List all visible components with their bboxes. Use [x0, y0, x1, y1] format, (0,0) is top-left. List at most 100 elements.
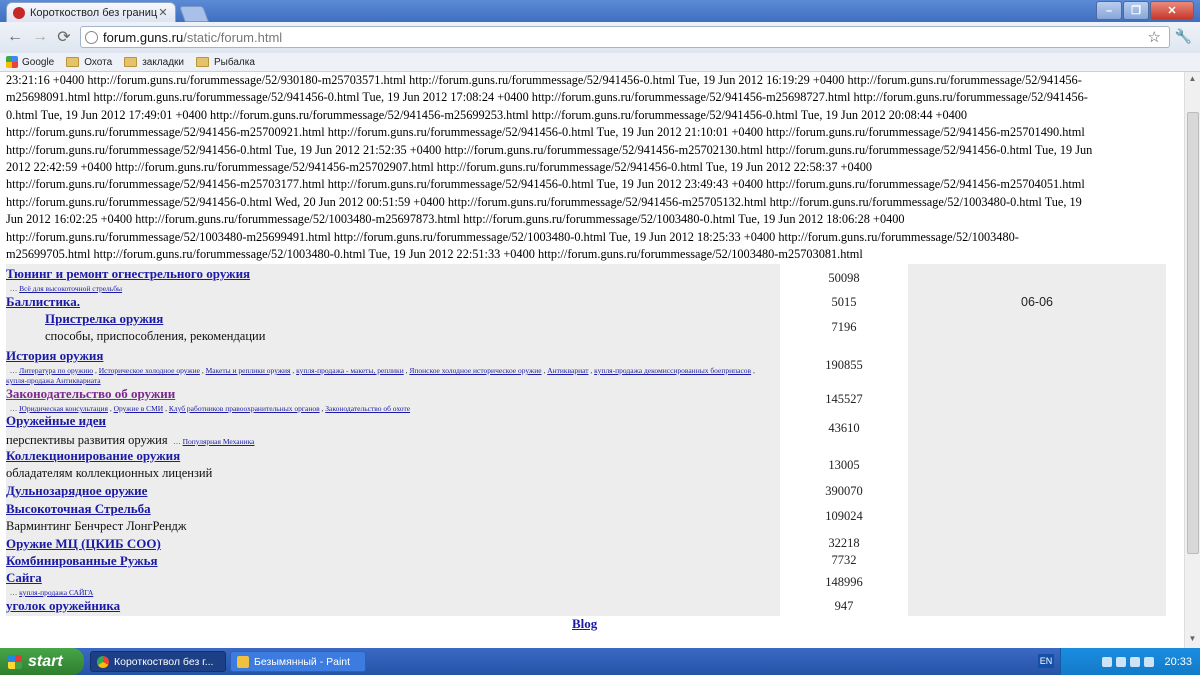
url-path: /static/forum.html — [183, 29, 283, 45]
post-count: 13005 — [780, 447, 908, 482]
reload-button[interactable]: ⟳ — [55, 28, 73, 46]
bookmarks-bar: Google Охота закладки Рыбалка — [0, 53, 1200, 72]
minimize-button[interactable]: – — [1096, 1, 1122, 20]
google-icon — [6, 56, 18, 68]
taskbar-item-chrome[interactable]: Короткоствол без г... — [90, 651, 226, 672]
bookmark-folder-hunting[interactable]: Охота — [66, 57, 112, 68]
scroll-down-icon[interactable]: ▼ — [1185, 634, 1200, 646]
subforum-link[interactable]: Японское холодное историческое оружие — [409, 366, 541, 375]
url-host: forum.guns.ru — [103, 29, 184, 45]
tab-title: Короткоствол без границ : Gi — [30, 6, 157, 19]
back-button[interactable]: ← — [6, 28, 24, 46]
forum-row: Оружейные идеи перспективы развития оруж… — [0, 412, 1166, 447]
forum-row: Тюнинг и ремонт огнестрельного оружия … … — [0, 265, 1166, 293]
security-icon[interactable] — [1130, 656, 1141, 667]
forum-title-link[interactable]: Баллистика. — [6, 294, 80, 309]
forum-description: Варминтинг Бенчрест ЛонгРендж — [6, 519, 187, 533]
forum-title-link[interactable]: Комбинированные Ружья — [6, 553, 158, 568]
taskbar-item-label: Безымянный - Paint — [254, 655, 351, 668]
forum-title-link[interactable]: Оружие МЦ (ЦКИБ СОО) — [6, 536, 161, 551]
post-count: 43610 — [780, 412, 908, 447]
bookmark-folder-fishing[interactable]: Рыбалка — [196, 57, 255, 68]
address-bar[interactable]: forum.guns.ru/static/forum.html ☆ — [80, 26, 1170, 48]
subforum-link[interactable]: Антиквариат — [547, 366, 588, 375]
subforum-link[interactable]: Всё для высокоточной стрельбы — [19, 284, 122, 293]
blog-link[interactable]: Blog — [572, 616, 597, 632]
scrollbar-thumb[interactable] — [1187, 112, 1199, 554]
bookmark-google[interactable]: Google — [6, 56, 54, 68]
subforum-link[interactable]: купля-продажа декомиссированных боеприпа… — [594, 366, 751, 375]
chrome-icon — [97, 655, 109, 668]
volume-icon[interactable] — [1116, 656, 1127, 667]
forum-title-link[interactable]: Коллекционирование оружия — [6, 448, 180, 463]
windows-taskbar: start Короткоствол без г... Безымянный -… — [0, 648, 1200, 675]
wrench-menu-icon[interactable]: 🔧 — [1175, 28, 1192, 45]
tab-close-icon[interactable]: ✕ — [157, 6, 169, 19]
close-window-button[interactable]: ✕ — [1150, 1, 1194, 20]
forum-title-link[interactable]: Дульнозарядное оружие — [6, 483, 147, 498]
subforum-link[interactable]: Макеты и реплики оружия — [206, 366, 291, 375]
system-tray: 20:33 — [1060, 648, 1200, 675]
post-count: 145527 — [780, 385, 908, 412]
subforum-link[interactable]: купля-продажа - макеты, реплики — [296, 366, 404, 375]
post-count: 190855 — [780, 347, 908, 385]
log-line: http://forum.guns.ru/forummessage/52/941… — [6, 177, 1085, 192]
forum-row: Сайга … купля-продажа САЙГА 148996 — [0, 569, 1166, 597]
clock[interactable]: 20:33 — [1164, 656, 1192, 668]
post-count: 947 — [780, 597, 908, 616]
network-icon[interactable] — [1102, 656, 1113, 667]
page-content: 23:21:16 +0400 http://forum.guns.ru/foru… — [0, 72, 1185, 648]
bookmark-label: Google — [22, 56, 55, 68]
folder-icon — [196, 57, 210, 67]
log-line: http://forum.guns.ru/forummessage/52/100… — [6, 229, 1019, 244]
update-icon[interactable] — [1144, 656, 1155, 667]
bookmark-star-icon[interactable]: ☆ — [1148, 28, 1161, 46]
bookmark-label: закладки — [142, 56, 185, 68]
vertical-scrollbar[interactable]: ▲ ▼ — [1184, 72, 1200, 648]
log-text: 23:21:16 +0400 http://forum.guns.ru/foru… — [6, 72, 1176, 263]
forum-row: История оружия … Литература по оружию , … — [0, 347, 1166, 385]
last-post-date: 06-06 — [908, 293, 1166, 311]
page-info-icon[interactable] — [85, 30, 98, 44]
forum-title-link[interactable]: Оружейные идеи — [6, 413, 106, 428]
start-button[interactable]: start — [0, 648, 84, 675]
browser-tab[interactable]: Короткоствол без границ : Gi ✕ — [6, 2, 176, 22]
subforum-link[interactable]: Историческое холодное оружие — [99, 366, 200, 375]
forum-row: уголок оружейника 947 — [0, 597, 1166, 616]
bookmark-label: Охота — [84, 56, 113, 68]
forum-title-link[interactable]: Законодательство об оружии — [6, 386, 175, 401]
post-count: 5015 — [780, 293, 908, 311]
language-indicator[interactable]: EN — [1038, 654, 1054, 668]
restore-button[interactable]: ❐ — [1123, 1, 1149, 20]
window-titlebar: Короткоствол без границ : Gi ✕ – ❐ ✕ — [0, 0, 1200, 22]
forum-title-link[interactable]: Сайга — [6, 570, 42, 585]
subforum-link[interactable]: Популярная Механика — [183, 437, 255, 446]
post-count: 390070 — [780, 482, 908, 500]
subforum-link[interactable]: Литература по оружию — [19, 366, 93, 375]
forum-title-link[interactable]: Высокоточная Стрельба — [6, 501, 151, 516]
forum-row: Оружие МЦ (ЦКИБ СОО) 32218 — [0, 535, 1166, 552]
new-tab-button[interactable] — [179, 6, 209, 22]
forum-title-link[interactable]: Тюнинг и ремонт огнестрельного оружия — [6, 266, 250, 281]
forum-title-link[interactable]: Пристрелка оружия — [45, 311, 163, 327]
bookmark-label: Рыбалка — [214, 56, 255, 68]
browser-toolbar: ← → ⟳ forum.guns.ru/static/forum.html ☆ … — [0, 22, 1200, 54]
forum-row: Дульнозарядное оружие 390070 — [0, 482, 1166, 500]
log-line: http://forum.guns.ru/forummessage/52/941… — [6, 142, 1093, 157]
forum-title-link[interactable]: уголок оружейника — [6, 598, 120, 613]
forum-description: способы, приспособления, рекомендации — [45, 329, 266, 343]
forum-row: Коллекционирование оружия обладателям ко… — [0, 447, 1166, 482]
scroll-up-icon[interactable]: ▲ — [1185, 74, 1200, 86]
log-line: m25699705.html http://forum.guns.ru/foru… — [6, 247, 863, 262]
subforum-link[interactable]: купля-продажа Антиквариата — [6, 376, 101, 385]
forum-row: Комбинированные Ружья 7732 — [0, 552, 1166, 569]
subforum-link[interactable]: купля-продажа САЙГА — [19, 588, 93, 597]
post-count: 109024 — [780, 500, 908, 535]
log-line: http://forum.guns.ru/forummessage/52/941… — [6, 194, 1082, 209]
forum-row: Высокоточная Стрельба Варминтинг Бенчрес… — [0, 500, 1166, 535]
bookmark-folder-bookmarks[interactable]: закладки — [124, 57, 184, 68]
taskbar-item-paint[interactable]: Безымянный - Paint — [230, 651, 366, 672]
forum-title-link[interactable]: История оружия — [6, 348, 103, 363]
forward-button[interactable]: → — [31, 28, 49, 46]
site-favicon-icon — [13, 6, 25, 19]
